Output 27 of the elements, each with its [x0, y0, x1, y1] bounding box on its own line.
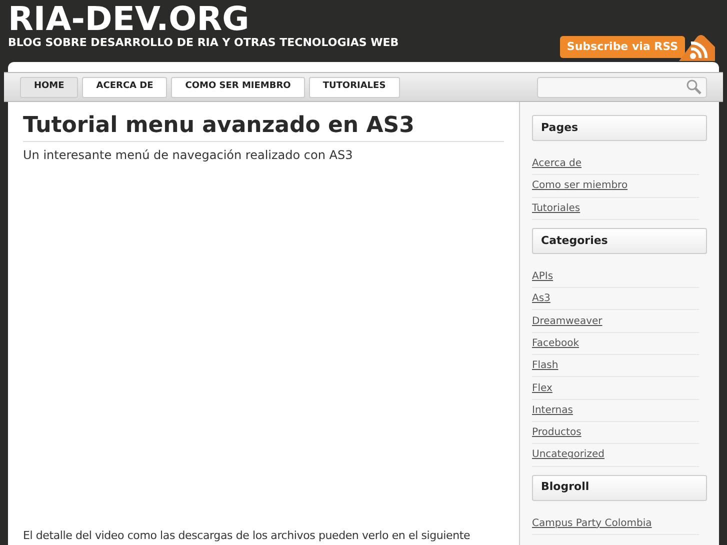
widget-header: Categories [532, 228, 707, 254]
sidebar-link[interactable]: Uncategorized [532, 447, 604, 462]
sidebar-link[interactable]: Acerca de [532, 156, 582, 172]
nav-tab[interactable]: ACERCA DE [82, 76, 168, 98]
sidebar-link[interactable]: As3 [532, 291, 550, 306]
search-icon [686, 79, 702, 95]
sidebar-link[interactable]: Facebook [532, 336, 579, 351]
sidebar-link[interactable]: APIs [532, 269, 554, 284]
nav-tab[interactable]: COMO SER MIEMBRO [171, 76, 305, 98]
sidebar-link[interactable]: Flex [532, 380, 552, 396]
post-title[interactable]: Tutorial menu avanzado en AS3 [23, 112, 504, 142]
sidebar-link[interactable]: Internas [532, 402, 573, 418]
post-intro: Un interesante menú de navegación realizado con AS3 [23, 147, 354, 164]
sidebar-link[interactable]: Tutoriales [532, 200, 580, 216]
post-body: El detalle del video como las descargas de los archivos pueden verlo en el siguiente [23, 529, 472, 544]
sidebar-link[interactable]: Como ser miembro [532, 178, 628, 194]
search-field[interactable] [537, 76, 707, 98]
sidebar-link[interactable]: Productos [532, 425, 582, 440]
site-tagline: BLOG SOBRE DESARROLLO DE RIA Y OTRAS TECNOLOGIAS WEB [8, 37, 399, 49]
site-title[interactable]: RIA-DEV.ORG [8, 1, 399, 37]
sidebar-link[interactable]: Dreamweaver [532, 314, 602, 329]
nav-tab[interactable]: HOME [20, 76, 78, 98]
sidebar-link[interactable]: Flash [532, 358, 558, 374]
nav-tab[interactable]: TUTORIALES [308, 76, 400, 98]
widget-header: Blogroll [532, 474, 707, 501]
widget-header: Pages [532, 115, 707, 141]
sidebar-link[interactable]: Campus Party Colombia [532, 516, 652, 531]
